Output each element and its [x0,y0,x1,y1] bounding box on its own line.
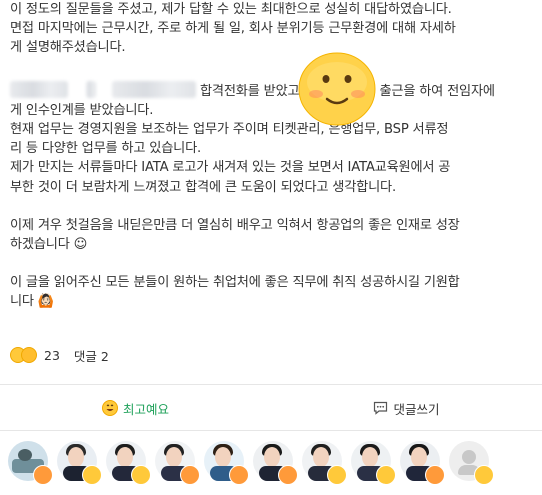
comment-label: 댓글쓰기 [393,401,440,417]
post-line: 면접 마지막에는 근무시간, 주로 하게 될 일, 회사 분위기등 근무환경에 … [10,21,456,37]
blurred-text [10,80,68,98]
divider [0,430,542,431]
smile-emoji-icon [327,465,347,485]
comment-count[interactable]: 댓글 2 [74,346,109,365]
post-line: 리 등 다양한 업무를 하고 있습니다. [10,141,202,157]
smile-emoji-icon [131,465,151,485]
love-emoji-icon [180,465,200,485]
avatar[interactable] [155,441,200,485]
avatar[interactable] [106,441,151,485]
like-button[interactable]: 최고예요 [0,399,271,418]
avatar[interactable] [351,441,396,485]
post-text: 출근을 하여 전임자에 [379,83,495,99]
avatar[interactable] [204,441,249,485]
post-line: 합격전화를 받았고 출근을 하여 전임자에 [10,80,532,101]
post-line: 부한 것이 더 보람차게 느껴졌고 합격에 큰 도움이 되었다고 생각합니다. [10,179,396,195]
laugh-emoji-icon [101,400,118,416]
avatar-default[interactable] [449,441,494,485]
comment-icon [374,401,388,415]
smiley-sticker-icon [298,52,376,126]
love-emoji-icon [425,465,445,485]
reaction-count: 23 [44,347,60,363]
post-body: 이 정도의 질문들을 주셨고, 제가 답할 수 있는 최대한으로 성실히 대답하… [10,0,532,312]
blurred-text [86,80,96,98]
love-emoji-icon [229,465,249,485]
post-line: 현재 업무는 경영지원을 보조하는 업무가 주이며 티켓관리, 은행업무, BS… [10,122,449,138]
laugh-emoji-icon [82,465,102,485]
divider [0,384,542,385]
love-emoji-icon [21,347,37,363]
write-comment-button[interactable]: 댓글쓰기 [271,399,542,418]
action-bar: 최고예요 댓글쓰기 [0,390,542,426]
avatar[interactable] [8,441,53,485]
avatar[interactable] [253,441,298,485]
post-line: 이제 겨우 첫걸음을 내딛은만큼 더 열심히 배우고 익혀서 항공업의 좋은 인… [10,217,460,233]
avatar[interactable] [400,441,445,485]
post-line: 게 설명해주셨습니다. [10,40,126,56]
post-text: 합격전화를 받았고 [200,83,300,99]
post-line: 이 글을 읽어주신 모든 분들이 원하는 취업처에 좋은 직무에 취직 성공하시… [10,275,460,291]
avatar[interactable] [302,441,347,485]
love-emoji-icon [278,465,298,485]
reaction-summary[interactable]: 23 댓글 2 [10,345,109,365]
reactor-avatars [8,441,498,485]
smile-emoji-icon [376,465,396,485]
love-emoji-icon [33,465,53,485]
blurred-text [112,80,196,98]
post-line: 게 인수인계를 받았습니다. [10,102,154,118]
like-label: 최고예요 [122,401,169,417]
post-line: 하겠습니다 ☺ [10,237,88,253]
avatar[interactable] [57,441,102,485]
smile-emoji-icon [474,465,494,485]
post-line: 제가 만지는 서류들마다 IATA 로고가 새겨져 있는 것을 보면서 IATA… [10,160,451,176]
post-line: 니다 🙆🏻 [10,294,55,310]
post-line: 이 정도의 질문들을 주셨고, 제가 답할 수 있는 최대한으로 성실히 대답하… [10,2,452,17]
